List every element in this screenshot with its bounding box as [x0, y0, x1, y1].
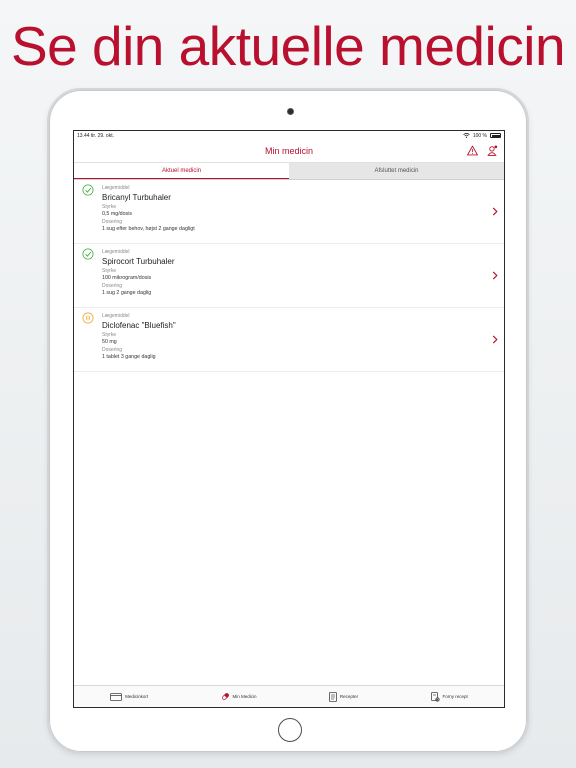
check-circle-icon [82, 248, 94, 260]
page-title: Min medicin [264, 146, 313, 156]
strength-value: 0,5 mg/dosis [102, 211, 133, 217]
tabbar-label: Medicinkort [125, 694, 149, 699]
warning-icon[interactable] [467, 145, 478, 156]
ipad-frame: 13.44 tir. 29. okt. 100 % Min medicin Ak… [47, 88, 529, 754]
strength-label: Styrke [102, 268, 117, 274]
dosage-value: 1 sug 2 gange daglig [102, 289, 152, 296]
pause-circle-icon [82, 312, 94, 324]
tabbar-item-recepter[interactable]: Recepter [329, 691, 359, 702]
strength-value: 100 mikrogram/dosis [102, 275, 152, 281]
type-label: Lægemiddel [102, 249, 130, 255]
type-label: Lægemiddel [102, 313, 130, 319]
medicine-name: Spirocort Turbuhaler [102, 257, 175, 266]
tab-current-medicine[interactable]: Aktuel medicin [74, 163, 289, 179]
tab-ended-medicine[interactable]: Afsluttet medicin [289, 163, 504, 179]
document-icon [329, 691, 337, 702]
tabbar-item-min-medicin[interactable]: Min Medicin [221, 692, 257, 701]
dosage-value: 1 sug efter behov, højst 2 gange dagligt [102, 225, 195, 232]
medicine-name: Bricanyl Turbuhaler [102, 193, 171, 202]
tabbar-label: Min Medicin [232, 694, 257, 699]
tabbar-item-medicinkort[interactable]: Medicinkort [110, 692, 149, 701]
medicine-item[interactable]: Lægemiddel Bricanyl Turbuhaler Styrke 0,… [74, 180, 504, 244]
nav-bar: Min medicin [74, 140, 504, 163]
chevron-right-icon [492, 335, 498, 344]
camera [287, 108, 294, 115]
chevron-right-icon [492, 271, 498, 280]
tabbar-item-forny-recept[interactable]: Forny recept [430, 691, 468, 702]
pill-icon [221, 693, 229, 700]
strength-value: 50 mg [102, 339, 117, 345]
dosage-label: Dosering [102, 282, 123, 289]
tabbar-label: Forny recept [442, 694, 468, 699]
dosage-label: Dosering [102, 218, 123, 225]
headline: Se din aktuelle medicin [10, 15, 566, 77]
battery-icon [490, 133, 501, 138]
nav-actions [467, 145, 498, 156]
medicine-item[interactable]: Lægemiddel Diclofenac "Bluefish" Styrke … [74, 308, 504, 372]
strength-label: Styrke [102, 204, 117, 210]
medicine-name: Diclofenac "Bluefish" [102, 321, 176, 330]
chevron-right-icon [492, 207, 498, 216]
app-screen: 13.44 tir. 29. okt. 100 % Min medicin Ak… [73, 130, 505, 708]
type-label: Lægemiddel [102, 185, 130, 191]
renew-prescription-icon [430, 691, 440, 702]
user-alert-icon[interactable] [487, 145, 498, 156]
strength-label: Styrke [102, 332, 117, 338]
medicine-tabs: Aktuel medicin Afsluttet medicin [74, 163, 504, 180]
tabbar-label: Recepter [339, 694, 359, 699]
battery-percent: 100 % [472, 132, 487, 139]
home-button[interactable] [278, 718, 302, 742]
wifi-icon [463, 133, 470, 138]
medicine-item[interactable]: Lægemiddel Spirocort Turbuhaler Styrke 1… [74, 244, 504, 308]
check-circle-icon [82, 184, 94, 196]
status-time-date: 13.44 tir. 29. okt. [77, 132, 114, 139]
dosage-label: Dosering [102, 346, 123, 353]
medicine-list: Lægemiddel Bricanyl Turbuhaler Styrke 0,… [74, 180, 504, 372]
dosage-value: 1 tablet 3 gange daglig [102, 353, 156, 360]
card-icon [110, 692, 123, 701]
bottom-tab-bar: Medicinkort Min Medicin Recepter Forny r… [74, 685, 504, 707]
status-right: 100 % [463, 133, 501, 139]
status-bar: 13.44 tir. 29. okt. 100 % [74, 131, 504, 140]
